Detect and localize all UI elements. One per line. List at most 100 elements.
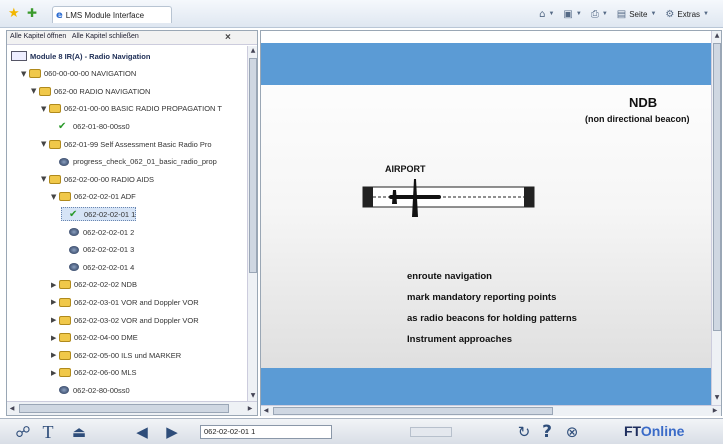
tree-item[interactable]: ✔ 062-02-02-01 1	[61, 207, 137, 222]
tree-item-label: 062-02-02-01 1	[84, 209, 136, 219]
tree-item[interactable]: ▼ 062-01-99 Self Assessment Basic Radio P…	[41, 137, 212, 151]
tree-item[interactable]: ▼ 062-00 RADIO NAVIGATION	[31, 84, 150, 98]
collapsed-triangle-icon[interactable]: ▶	[51, 351, 58, 359]
tools-menu-button[interactable]: Extras	[677, 10, 700, 19]
home-dropdown-icon[interactable]: ▼	[548, 11, 554, 17]
collapsed-triangle-icon[interactable]: ▶	[51, 369, 58, 377]
lesson-slide: NDB (non directional beacon) AIRPORT enr…	[261, 43, 711, 405]
scroll-up-icon[interactable]: ▲	[248, 46, 258, 56]
collapsed-triangle-icon[interactable]: ▶	[51, 298, 58, 306]
chapter-tree-panel: Alle Kapitel öffnen Alle Kapitel schließ…	[6, 30, 258, 416]
tree-item[interactable]: ▶ 062-02-03-02 VOR and Doppler VOR	[51, 313, 199, 327]
next-icon[interactable]: ▶	[162, 421, 182, 443]
checkmark-icon: ✔	[69, 208, 78, 220]
folder-icon	[59, 333, 71, 343]
collapse-all-link[interactable]: Alle Kapitel schließen	[72, 33, 139, 40]
expanded-triangle-icon[interactable]: ▼	[41, 175, 48, 183]
tree-item[interactable]: 062-02-02-01 2	[61, 225, 134, 239]
expanded-triangle-icon[interactable]: ▼	[41, 105, 48, 113]
tree-vertical-scrollbar[interactable]: ▲ ▼	[247, 46, 257, 401]
tree-item[interactable]: ▼ 062-02-02-01 ADF	[51, 190, 136, 204]
tree-header: Alle Kapitel öffnen Alle Kapitel schließ…	[7, 31, 257, 45]
previous-icon[interactable]: ◀	[132, 421, 152, 443]
tree-item[interactable]: ▶ 062-02-02-02 NDB	[51, 278, 137, 292]
slide-top-band	[261, 43, 711, 85]
text-icon[interactable]: T	[38, 421, 58, 443]
page-menu-button[interactable]: Seite	[629, 10, 647, 19]
tree-item[interactable]: ▼ 062-02-00-00 RADIO AIDS	[41, 172, 154, 186]
browser-tab[interactable]: e LMS Module Interface	[52, 6, 172, 23]
collapsed-triangle-icon[interactable]: ▶	[51, 334, 58, 342]
tree-item[interactable]: ▶ 062-02-04-00 DME	[51, 331, 138, 345]
reload-icon[interactable]: ↻	[514, 421, 534, 443]
collapsed-triangle-icon[interactable]: ▶	[51, 316, 58, 324]
close-icon[interactable]: ×	[225, 32, 231, 43]
content-horizontal-scrollbar[interactable]: ◀ ▶	[261, 405, 721, 416]
help-icon[interactable]: ?	[538, 421, 556, 443]
tree-item-label: 062-02-04-00 DME	[74, 333, 138, 343]
tree-item[interactable]: ✔ 062-01-80-00ss0	[51, 119, 130, 133]
content-scroll-left-icon[interactable]: ◀	[261, 406, 271, 416]
exit-icon[interactable]: ⊗	[562, 421, 582, 443]
eject-up-icon[interactable]: ⏏	[68, 421, 90, 443]
folder-icon	[39, 86, 51, 96]
tree-item[interactable]: ▼ 062-01-00-00 BASIC RADIO PROPAGATION T	[41, 102, 222, 116]
page-dropdown-icon[interactable]: ▼	[650, 11, 656, 17]
scroll-right-icon[interactable]: ▶	[245, 404, 255, 414]
folder-icon	[59, 192, 71, 202]
tree-item[interactable]: 062-02-02-01 3	[61, 243, 134, 257]
feeds-dropdown-icon[interactable]: ▼	[576, 11, 582, 17]
add-favorite-icon[interactable]: ✚	[27, 5, 37, 21]
content-scroll-up-icon[interactable]: ▲	[712, 31, 722, 41]
feeds-icon[interactable]: ▣	[563, 9, 572, 20]
tree-item[interactable]: progress_check_062_01_basic_radio_prop	[51, 155, 217, 169]
expanded-triangle-icon[interactable]: ▼	[21, 70, 28, 78]
tools-icon: ⚙	[665, 8, 675, 20]
collapsed-triangle-icon[interactable]: ▶	[51, 281, 58, 289]
tree-item[interactable]: ▶ 062-02-06-00 MLS	[51, 366, 137, 380]
airplane-icon	[389, 179, 441, 217]
tree-item[interactable]: 062-02-80-00ss0	[51, 383, 130, 397]
folder-icon	[49, 104, 61, 114]
folder-icon	[59, 368, 71, 378]
tree-item[interactable]: ▶ 062-02-03-01 VOR and Doppler VOR	[51, 295, 199, 309]
expand-all-link[interactable]: Alle Kapitel öffnen	[10, 33, 66, 40]
print-dropdown-icon[interactable]: ▼	[602, 11, 608, 17]
slide-bullet-list: enroute navigation mark mandatory reporti…	[407, 271, 577, 355]
tools-dropdown-icon[interactable]: ▼	[703, 11, 709, 17]
tree-item-label: 062-01-99 Self Assessment Basic Radio Pr…	[64, 139, 212, 149]
runway-threshold-left	[363, 187, 373, 207]
content-vertical-scrollbar[interactable]: ▲ ▼	[711, 31, 721, 405]
tree-item-label: 062-00 RADIO NAVIGATION	[54, 86, 151, 96]
scroll-left-icon[interactable]: ◀	[7, 404, 17, 414]
scroll-down-icon[interactable]: ▼	[248, 391, 258, 401]
home-icon[interactable]: ⌂	[539, 9, 545, 20]
runway-threshold-right	[524, 187, 534, 207]
lesson-disc-icon	[59, 157, 69, 166]
content-hscroll-thumb[interactable]	[273, 407, 553, 415]
tree-hscroll-thumb[interactable]	[19, 404, 229, 413]
ftonline-logo: FTOnline	[624, 423, 719, 441]
browser-command-bar: ⌂ ▼ ▣ ▼ ⎙ ▼ ▤ Seite ▼ ⚙ Extras ▼	[539, 6, 715, 22]
content-scroll-right-icon[interactable]: ▶	[710, 406, 720, 416]
lesson-disc-icon	[69, 245, 79, 254]
favorites-star-icon[interactable]: ★	[8, 5, 20, 21]
tree-item[interactable]: Module 8 IR(A) - Radio Navigation	[11, 49, 150, 63]
tree-item[interactable]: ▶ 062-02-05-00 ILS und MARKER	[51, 348, 181, 362]
content-scroll-down-icon[interactable]: ▼	[712, 393, 722, 403]
tree-item[interactable]: ▼ 060-00-00-00 NAVIGATION	[21, 67, 136, 81]
tree-horizontal-scrollbar[interactable]: ◀ ▶	[7, 401, 257, 415]
tree-item-label: progress_check_062_01_basic_radio_prop	[73, 157, 217, 167]
expanded-triangle-icon[interactable]: ▼	[31, 87, 38, 95]
print-icon[interactable]: ⎙	[591, 9, 599, 20]
tree-item-label: 062-01-80-00ss0	[73, 121, 130, 131]
current-location-field[interactable]: 062-02-02-01 1	[200, 425, 332, 439]
content-scroll-thumb[interactable]	[713, 43, 721, 331]
expanded-triangle-icon[interactable]: ▼	[41, 140, 48, 148]
sitemap-icon[interactable]: ☍	[12, 421, 34, 443]
lesson-disc-icon	[59, 386, 69, 395]
tree-item[interactable]: 062-02-02-01 4	[61, 260, 134, 274]
checkmark-icon: ✔	[58, 120, 67, 132]
expanded-triangle-icon[interactable]: ▼	[51, 193, 58, 201]
tree-scroll-thumb[interactable]	[249, 58, 257, 273]
